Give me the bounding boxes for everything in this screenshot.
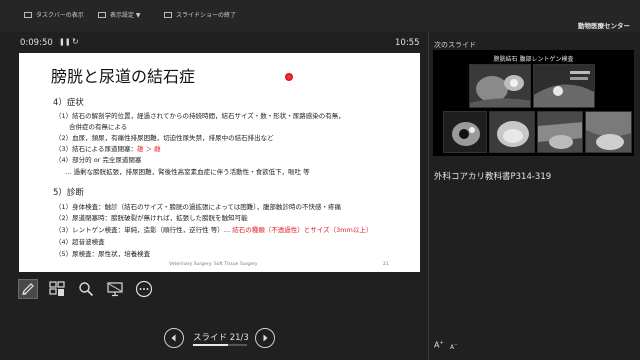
slide-line: （2）尿道閉塞時：膀胱破裂が無ければ，拡張した膀胱を触知可能 bbox=[55, 214, 248, 222]
more-options-button[interactable] bbox=[134, 279, 154, 299]
see-all-slides-icon bbox=[49, 281, 65, 296]
section-4-heading: 4）症状 bbox=[53, 98, 84, 108]
show-taskbar-button[interactable]: タスクバーの表示 bbox=[24, 10, 84, 19]
display-settings-label: 表示設定 ▼ bbox=[110, 12, 141, 19]
zoom-button[interactable] bbox=[76, 279, 96, 299]
xray-image bbox=[489, 111, 535, 153]
next-slide-button[interactable] bbox=[255, 328, 275, 348]
pause-icon[interactable]: ❚❚ bbox=[59, 38, 71, 46]
chevron-right-icon bbox=[263, 334, 268, 342]
black-screen-icon bbox=[107, 282, 123, 297]
slide-line-highlight: 結石の種類（不透過性）とサイズ（3mm以上） bbox=[232, 226, 373, 234]
slide-footer: Veterinary Surgery: Soft Tissue Surgery bbox=[169, 262, 258, 267]
end-slideshow-button[interactable]: スライドショーの終了 bbox=[164, 10, 236, 19]
show-taskbar-label: タスクバーの表示 bbox=[36, 12, 84, 19]
slide-line: （5）尿検査：尿性状，培養検査 bbox=[55, 250, 151, 258]
xray-image bbox=[469, 64, 531, 108]
see-all-slides-button[interactable] bbox=[47, 279, 67, 299]
organization-name: 動物医療センター bbox=[578, 22, 630, 30]
slide-line: （1）身体検査：触診（結石のサイズ・膀胱の過拡張によっては困難），腹部触診時の不… bbox=[55, 203, 342, 211]
display-icon bbox=[98, 11, 106, 18]
decrease-font-button[interactable]: A− bbox=[450, 342, 457, 351]
slide-line: （3）レントゲン検査：単純，造影（順行性，逆行性 等）… 結石の種類（不透過性）… bbox=[55, 224, 372, 234]
current-slide[interactable]: 膀胱と尿道の結石症 4）症状 （1）結石の解剖学的位置，経過されてからの持続時間… bbox=[19, 53, 420, 272]
slide-line: （4）部分的 or 完全尿道閉塞 bbox=[55, 156, 142, 164]
reset-timer-icon[interactable]: ↻ bbox=[72, 37, 79, 46]
slide-progress-bar bbox=[193, 344, 247, 346]
slide-title: 膀胱と尿道の結石症 bbox=[51, 67, 196, 86]
display-settings-button[interactable]: 表示設定 ▼ bbox=[98, 10, 141, 19]
black-screen-button[interactable] bbox=[105, 279, 125, 299]
slide-line: （1）結石の解剖学的位置，経過されてからの持続時間，結石サイズ・数・形状・尿路感… bbox=[55, 112, 345, 120]
next-slide-title: 膀胱結石 腹部レントゲン検査 bbox=[493, 56, 574, 63]
next-slide-label: 次のスライド bbox=[434, 41, 476, 49]
slide-counter[interactable]: スライド 21/3 bbox=[193, 331, 249, 343]
slide-page-number: 21 bbox=[383, 262, 389, 267]
previous-slide-button[interactable] bbox=[164, 328, 184, 348]
end-slideshow-label: スライドショーの終了 bbox=[176, 12, 237, 19]
slide-line: （2）血尿，頻尿，有痛性排尿困難，切迫性尿失禁，排尿中の結石排出など bbox=[55, 134, 274, 142]
slide-line-highlight: 雄 ＞ 雌 bbox=[136, 145, 161, 153]
slide-line-prefix: （3）レントゲン検査：単純，造影（順行性，逆行性 等）… bbox=[55, 226, 233, 234]
current-time: 10:55 bbox=[395, 38, 420, 48]
slide-line: （4）超音波検査 bbox=[55, 238, 105, 246]
slide-line-prefix: （3）結石による尿道閉塞： bbox=[55, 145, 137, 153]
speaker-notes: 外科コアカリ教科書P314-319 bbox=[434, 172, 552, 182]
elapsed-timer: 0:09:50 bbox=[20, 38, 53, 48]
section-5-heading: 5）診断 bbox=[53, 188, 84, 198]
more-options-icon bbox=[135, 280, 153, 298]
slide-line: （3）結石による尿道閉塞：雄 ＞ 雌 bbox=[55, 143, 161, 153]
taskbar-icon bbox=[24, 11, 32, 18]
laser-pointer bbox=[285, 73, 293, 81]
panel-divider bbox=[428, 32, 429, 360]
xray-image bbox=[537, 111, 583, 153]
next-slide-preview[interactable]: 膀胱結石 腹部レントゲン検査 bbox=[433, 50, 634, 156]
xray-image bbox=[585, 111, 632, 153]
pen-tool-button[interactable] bbox=[18, 279, 38, 299]
increase-font-button[interactable]: A+ bbox=[434, 340, 444, 350]
xray-image bbox=[533, 64, 595, 108]
xray-image bbox=[443, 111, 487, 153]
slide-line: 合併症の有無による bbox=[69, 123, 128, 131]
top-toolbar: タスクバーの表示 表示設定 ▼ スライドショーの終了 動物医療センター bbox=[0, 0, 640, 32]
pen-icon bbox=[22, 283, 34, 295]
zoom-icon bbox=[79, 282, 94, 297]
chevron-left-icon bbox=[171, 334, 176, 342]
slide-progress-fill bbox=[193, 344, 229, 346]
slide-line: … 過剰な膀胱拡張，排尿困難，腎後性高窒素血症に伴う活動性・食欲低下，嘔吐 等 bbox=[65, 168, 310, 176]
end-show-icon bbox=[164, 11, 172, 18]
